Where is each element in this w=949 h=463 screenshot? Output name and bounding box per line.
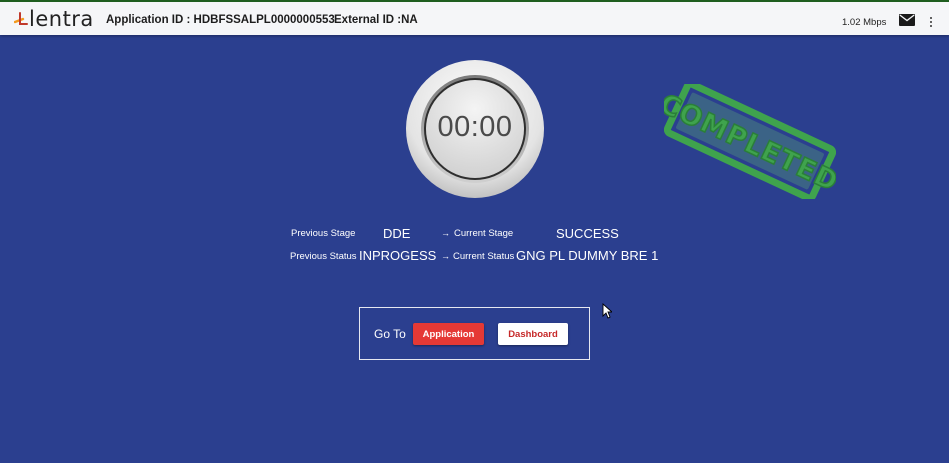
- logo-text: lentra: [29, 7, 94, 31]
- timer-value: 00:00: [437, 111, 513, 143]
- current-status-value: GNG PL DUMMY BRE 1: [516, 248, 659, 263]
- top-bar: lentra Application ID : HDBFSSALPL000000…: [0, 0, 949, 35]
- mail-icon[interactable]: [899, 14, 915, 26]
- goto-panel: Go To Application Dashboard: [359, 307, 590, 360]
- previous-status-label: Previous Status: [290, 251, 357, 262]
- previous-status-value: INPROGESS: [359, 248, 437, 263]
- current-stage-value: SUCCESS: [556, 226, 619, 241]
- application-id: Application ID : HDBFSSALPL0000000553: [106, 14, 335, 26]
- current-stage-label: Current Stage: [454, 228, 514, 239]
- mouse-cursor-icon: [602, 303, 612, 319]
- lentra-logo[interactable]: lentra: [14, 8, 94, 30]
- goto-label: Go To: [374, 327, 406, 341]
- arrow-right-icon: →: [441, 228, 450, 238]
- external-id: External ID :NA: [334, 14, 418, 26]
- current-status-label: Current Status: [453, 251, 515, 262]
- completed-stamp: COMPLETED: [664, 84, 836, 199]
- dashboard-button[interactable]: Dashboard: [498, 323, 568, 345]
- previous-stage-label: Previous Stage: [291, 228, 356, 239]
- application-button[interactable]: Application: [413, 323, 484, 345]
- logo-mark-icon: [14, 12, 28, 25]
- previous-stage-value: DDE: [383, 226, 411, 241]
- network-speed: 1.02 Mbps: [842, 17, 887, 28]
- kebab-menu-icon[interactable]: [926, 15, 936, 29]
- arrow-right-icon: →: [441, 251, 450, 261]
